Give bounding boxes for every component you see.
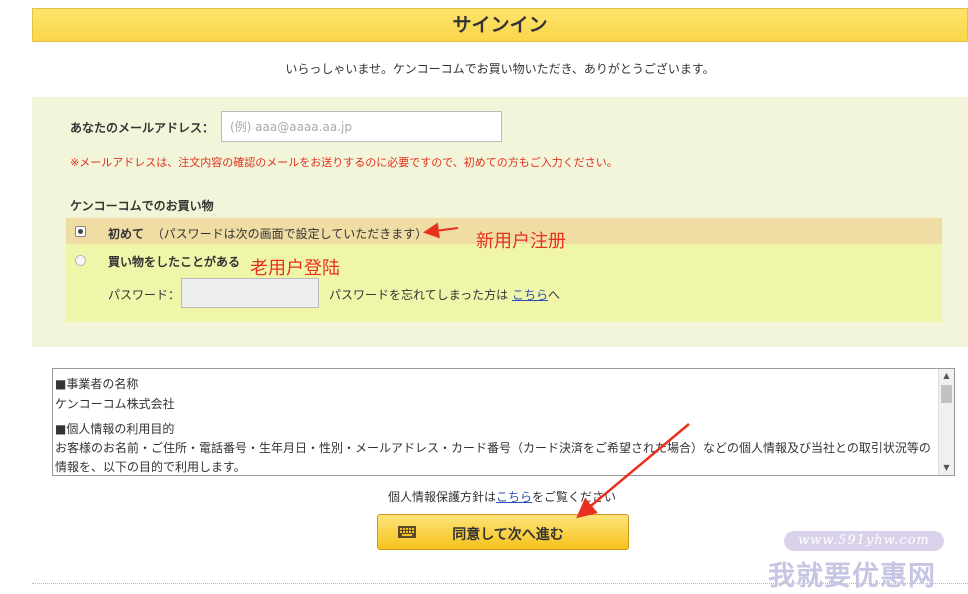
arrow-to-agree-button [576,423,690,519]
annotation-arrows [423,222,690,519]
arrow-to-first-time [423,222,459,239]
